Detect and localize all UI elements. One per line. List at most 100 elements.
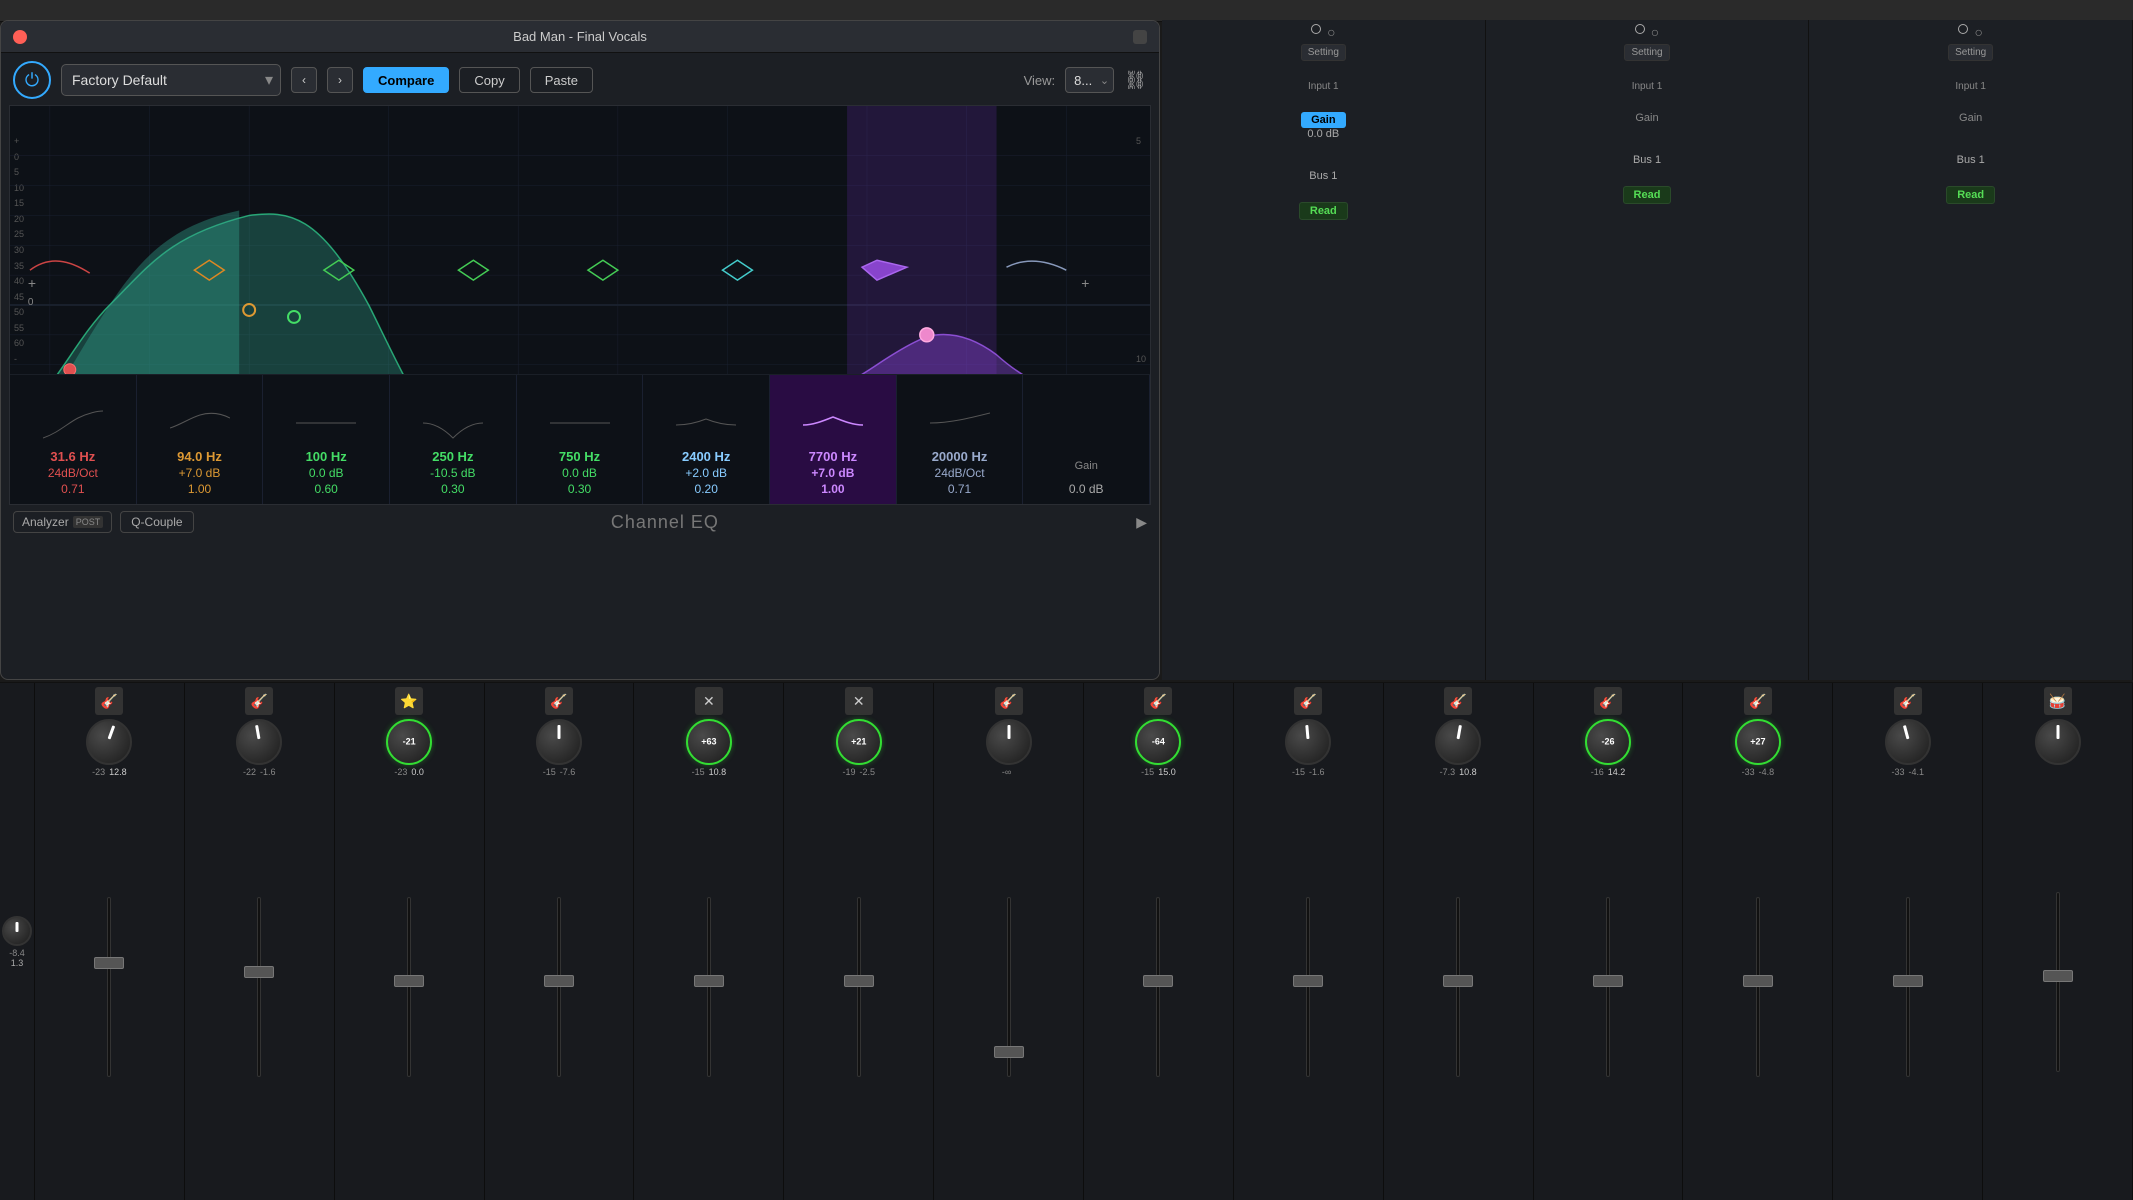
ch6-num1: -19 [842, 767, 855, 777]
gain-active-btn[interactable]: Gain [1301, 112, 1345, 128]
ch13-knob[interactable] [1885, 719, 1931, 765]
ch7-fader[interactable] [936, 777, 1081, 1196]
play-button[interactable]: ▶ [1136, 514, 1147, 531]
band-mini-graph-4 [423, 403, 483, 443]
ch6-knob[interactable]: +21 [836, 719, 882, 765]
ch4-fader[interactable] [487, 777, 632, 1196]
read-btn-1[interactable]: Read [1299, 202, 1348, 220]
setting-btn-3[interactable]: Setting [1948, 44, 1993, 61]
gain-col: Gain 0.0 dB [1023, 375, 1150, 504]
fader-ch-8: 🎸 -64 -15 15.0 [1084, 683, 1234, 1200]
nav-next-button[interactable]: › [327, 67, 353, 93]
ch7-knob[interactable] [986, 719, 1032, 765]
ch2-knob[interactable] [236, 719, 282, 765]
fader-ch-5: ✕ +63 -15 10.8 [634, 683, 784, 1200]
ch12-numbers: -33 -4.8 [1742, 767, 1775, 777]
channel-eq-label: Channel EQ [202, 512, 1129, 533]
compare-button[interactable]: Compare [363, 67, 449, 93]
plugin-controls-bar: ⏻ Factory Default ‹ › Compare Copy Paste… [1, 53, 1159, 105]
ch3-knob[interactable]: -21 [386, 719, 432, 765]
ch10-knob[interactable] [1435, 719, 1481, 765]
right-channel-2: ○ Setting Input 1 Gain Bus 1 Read [1486, 20, 1810, 680]
ch12-knob[interactable]: +27 [1735, 719, 1781, 765]
band-info-5[interactable]: 750 Hz 0.0 dB 0.30 [517, 375, 644, 504]
ch8-knob[interactable]: -64 [1135, 719, 1181, 765]
ch9-num2: -1.6 [1309, 767, 1325, 777]
close-button[interactable] [13, 30, 27, 44]
preset-select[interactable]: Factory Default [61, 64, 281, 96]
ch12-fader[interactable] [1685, 777, 1830, 1196]
ch13-numbers: -33 -4.1 [1891, 767, 1924, 777]
qcouple-button[interactable]: Q-Couple [120, 511, 193, 533]
right1-icon: 🥁 [2044, 687, 2072, 715]
ch7-num1: -∞ [1002, 767, 1011, 777]
read-btn-3[interactable]: Read [1946, 186, 1995, 204]
input-label-1: Input 1 [1308, 81, 1339, 92]
gain-label-2: Gain [1635, 112, 1658, 124]
band6-freq: 2400 Hz [682, 449, 730, 464]
ch13-fader[interactable] [1835, 777, 1980, 1196]
copy-button[interactable]: Copy [459, 67, 519, 93]
input-label-2: Input 1 [1632, 81, 1663, 92]
right1-fader[interactable] [1985, 767, 2130, 1196]
ch5-knob[interactable]: +63 [686, 719, 732, 765]
band4-q: 0.30 [441, 482, 464, 496]
ch5-numbers: -15 10.8 [692, 767, 727, 777]
ch4-knob[interactable] [536, 719, 582, 765]
ch1-knob[interactable] [86, 719, 132, 765]
ch4-numbers: -15 -7.6 [543, 767, 576, 777]
main-pan-knob[interactable] [2, 916, 32, 946]
band-mini-graph-8 [930, 403, 990, 443]
setting-btn-1[interactable]: Setting [1301, 44, 1346, 61]
ch1-fader[interactable] [37, 777, 182, 1196]
ch5-fader[interactable] [636, 777, 781, 1196]
gain-value: 0.0 dB [1069, 482, 1104, 496]
band-mini-graph-7 [803, 403, 863, 443]
input-dot-3 [1958, 24, 1968, 34]
ch10-fader[interactable] [1386, 777, 1531, 1196]
band-info-2[interactable]: 94.0 Hz +7.0 dB 1.00 [137, 375, 264, 504]
ch11-fader[interactable] [1536, 777, 1681, 1196]
ch1-numbers: -23 12.8 [92, 767, 127, 777]
eq-display[interactable]: +051015 2025303540 45505560- 510 [9, 105, 1151, 505]
minmax-button[interactable] [1133, 30, 1147, 44]
band-info-7[interactable]: 7700 Hz +7.0 dB 1.00 [770, 375, 897, 504]
ch8-fader[interactable] [1086, 777, 1231, 1196]
ch8-value: -64 [1152, 738, 1165, 747]
gain-label: Gain [1075, 460, 1098, 472]
power-button[interactable]: ⏻ [13, 61, 51, 99]
plugin-titlebar: Bad Man - Final Vocals [1, 21, 1159, 53]
ch9-fader[interactable] [1236, 777, 1381, 1196]
nav-prev-button[interactable]: ‹ [291, 67, 317, 93]
band-mini-graph-3 [296, 403, 356, 443]
setting-btn-2[interactable]: Setting [1624, 44, 1669, 61]
band-info-6[interactable]: 2400 Hz +2.0 dB 0.20 [643, 375, 770, 504]
band-info-1[interactable]: 31.6 Hz 24dB/Oct 0.71 [10, 375, 137, 504]
band4-gain: -10.5 dB [430, 466, 475, 480]
band1-q: 0.71 [61, 482, 84, 496]
band2-gain: +7.0 dB [179, 466, 221, 480]
ch11-icon: 🎸 [1594, 687, 1622, 715]
ch11-knob[interactable]: -26 [1585, 719, 1631, 765]
ch12-icon: 🎸 [1744, 687, 1772, 715]
ch3-fader[interactable] [337, 777, 482, 1196]
analyzer-button[interactable]: Analyzer POST [13, 511, 112, 533]
band-info-3[interactable]: 100 Hz 0.0 dB 0.60 [263, 375, 390, 504]
pan-value2: 1.3 [11, 958, 24, 968]
band8-gain: 24dB/Oct [935, 466, 985, 480]
ch6-icon: ✕ [845, 687, 873, 715]
fader-ch-9: 🎸 -15 -1.6 [1234, 683, 1384, 1200]
band-mini-graph-6 [676, 403, 736, 443]
ch9-knob[interactable] [1285, 719, 1331, 765]
right1-knob[interactable] [2035, 719, 2081, 765]
ch11-num1: -16 [1591, 767, 1604, 777]
ch2-fader[interactable] [187, 777, 332, 1196]
paste-button[interactable]: Paste [530, 67, 593, 93]
read-btn-2[interactable]: Read [1623, 186, 1672, 204]
ch6-fader[interactable] [786, 777, 931, 1196]
band-info-8[interactable]: 20000 Hz 24dB/Oct 0.71 [897, 375, 1024, 504]
link-button[interactable]: ⛓ [1124, 70, 1147, 91]
band6-gain: +2.0 dB [685, 466, 727, 480]
band-info-4[interactable]: 250 Hz -10.5 dB 0.30 [390, 375, 517, 504]
view-select[interactable]: 8... [1065, 67, 1114, 93]
